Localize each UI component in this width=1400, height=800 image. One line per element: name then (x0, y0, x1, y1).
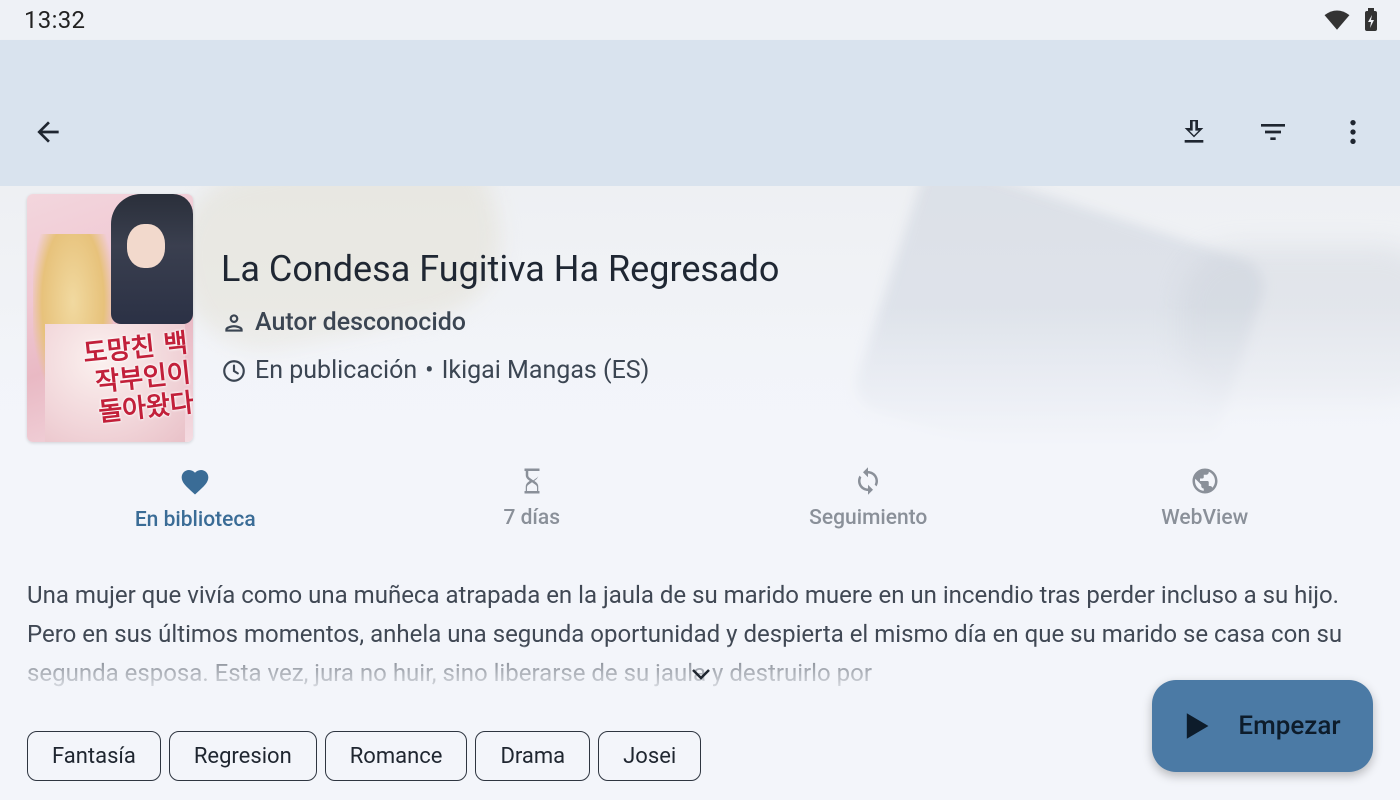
publication-status: En publicación (255, 356, 418, 385)
update-interval-button[interactable]: 7 días (364, 466, 701, 546)
webview-label: WebView (1161, 506, 1249, 530)
back-button[interactable] (26, 110, 70, 154)
author-name: Autor desconocido (255, 308, 466, 337)
status-icons (1324, 8, 1378, 32)
genre-chip[interactable]: Romance (324, 731, 468, 781)
heart-icon (181, 470, 209, 495)
filter-list-icon (1261, 124, 1285, 140)
status-row: En publicación • Ikigai Mangas (ES) (221, 356, 649, 385)
tracking-label: Seguimiento (809, 506, 928, 530)
person-icon (225, 313, 243, 332)
filter-button[interactable] (1251, 110, 1295, 154)
download-button[interactable] (1172, 110, 1216, 154)
update-interval-label: 7 días (503, 506, 561, 530)
status-bar: 13:32 (0, 0, 1400, 40)
start-reading-button[interactable]: Empezar (1152, 680, 1373, 772)
battery-icon (1365, 8, 1377, 31)
globe-icon (1192, 468, 1218, 494)
more-options-button[interactable] (1331, 110, 1375, 154)
sync-icon (858, 467, 879, 495)
hourglass-icon (524, 468, 540, 494)
tracking-button[interactable]: Seguimiento (700, 466, 1037, 546)
source-name[interactable]: Ikigai Mangas (ES) (442, 356, 650, 385)
chevron-down-icon (692, 669, 710, 680)
library-label: En biblioteca (134, 508, 256, 532)
clock-icon (223, 359, 245, 382)
genre-chip[interactable]: Regresion (168, 731, 317, 781)
library-button[interactable]: En biblioteca (27, 466, 364, 546)
genre-chip[interactable]: Fantasía (27, 731, 161, 781)
manga-cover[interactable]: 도망친 백작부인이 돌아왔다 (27, 194, 193, 442)
wifi-icon (1324, 10, 1350, 30)
cover-title-text: 도망친 백작부인이 돌아왔다 (81, 328, 193, 428)
meta-separator: • (425, 356, 434, 385)
top-app-bar (0, 40, 1400, 186)
status-time: 13:32 (24, 6, 86, 34)
webview-button[interactable]: WebView (1037, 466, 1374, 546)
start-reading-label: Empezar (1238, 711, 1341, 741)
genre-chip[interactable]: Drama (475, 731, 591, 781)
more-vert-icon (1350, 120, 1356, 144)
play-icon (1187, 713, 1209, 739)
expand-description-button[interactable] (689, 664, 713, 684)
manga-title[interactable]: La Condesa Fugitiva Ha Regresado (221, 248, 779, 290)
download-icon (1184, 120, 1204, 143)
author-row[interactable]: Autor desconocido (221, 308, 466, 337)
arrow-back-icon (37, 121, 59, 143)
genre-chips: Fantasía Regresion Romance Drama Josei (27, 731, 702, 781)
genre-chip[interactable]: Josei (598, 731, 702, 781)
action-row: En biblioteca 7 días Seguimiento WebView (27, 466, 1373, 546)
header-backdrop (0, 186, 1400, 446)
